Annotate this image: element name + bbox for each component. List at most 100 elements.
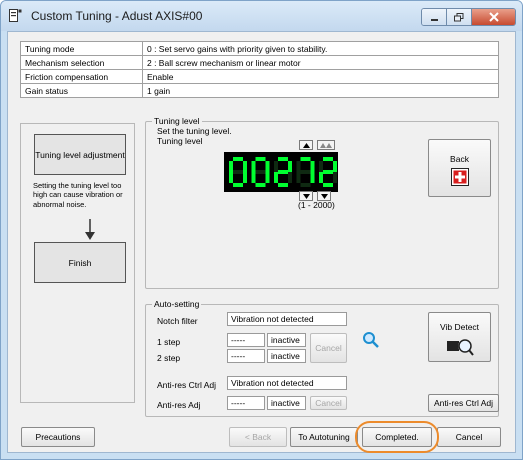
finish-step: Finish [34, 242, 126, 283]
digit-segment [288, 161, 292, 172]
digit-segment [233, 183, 243, 187]
info-label-friction: Friction compensation [20, 69, 143, 84]
info-value-gain-status: 1 gain [142, 83, 499, 98]
tuning-info-table: Tuning mode 0 : Set servo gains with prio… [20, 41, 499, 98]
segment-digit [319, 157, 337, 187]
table-row: Tuning mode 0 : Set servo gains with prio… [20, 41, 499, 56]
step2-label: 2 step [157, 353, 181, 363]
step2-state: inactive [267, 349, 306, 363]
anti-res-ctrl-adj-button[interactable]: Anti-res Ctrl Adj [428, 394, 499, 412]
table-row: Mechanism selection 2 : Ball screw mechan… [20, 55, 499, 70]
table-row: Gain status 1 gain [20, 83, 499, 98]
digit-segment [288, 172, 292, 183]
maximize-button[interactable] [447, 9, 472, 25]
digit-segment [333, 172, 337, 183]
anti-res-adj-label: Anti-res Adj [157, 400, 201, 410]
digit-segment [255, 170, 266, 174]
precautions-button[interactable]: Precautions [21, 427, 95, 447]
anti-res-adj-value: ----- [227, 396, 265, 410]
anti-res-adj-state: inactive [267, 396, 306, 410]
triangle-down-icon [302, 193, 310, 199]
digit-segment [274, 172, 278, 183]
tuning-level-up-button[interactable] [299, 140, 313, 150]
digit-segment [251, 161, 256, 172]
triangle-up-icon [302, 142, 310, 148]
completed-highlight [355, 421, 439, 453]
minimize-icon [430, 18, 438, 21]
digit-segment [323, 170, 333, 174]
digit-segment [243, 172, 247, 183]
digit-segment [296, 161, 301, 172]
anti-res-ctrl-adj-label: Anti-res Ctrl Adj [157, 380, 217, 390]
digit-segment [255, 183, 266, 187]
table-row: Friction compensation Enable [20, 69, 499, 84]
step1-value: ----- [227, 333, 265, 347]
window-controls [421, 8, 516, 26]
cancel-button[interactable]: Cancel [437, 427, 501, 447]
info-value-mechanism: 2 : Ball screw mechanism or linear motor [142, 55, 499, 70]
info-label-mechanism: Mechanism selection [20, 55, 143, 70]
digit-segment [274, 161, 278, 172]
magnifier-icon [363, 332, 379, 348]
info-label-gain-status: Gain status [20, 83, 143, 98]
restore-icon [454, 12, 464, 21]
title-bar: Custom Tuning - Adust AXIS#00 [1, 1, 522, 31]
anti-res-status: Vibration not detected [227, 376, 347, 390]
digit-segment [319, 172, 323, 183]
tuning-level-instruction: Set the tuning level. [157, 126, 232, 136]
tuning-level-display [224, 152, 338, 192]
digit-segment [278, 157, 288, 161]
digit-segment [300, 157, 311, 161]
close-button[interactable] [472, 9, 515, 25]
digit-segment [265, 172, 270, 183]
minimize-button[interactable] [422, 9, 447, 25]
digit-segment [300, 183, 311, 187]
back-button[interactable]: Back [428, 139, 491, 197]
digit-segment [333, 161, 337, 172]
auto-setting-legend: Auto-setting [152, 299, 202, 310]
double-up-icon [320, 143, 332, 148]
digit-segment [233, 170, 243, 174]
tuning-level-range: (1 - 2000) [298, 200, 335, 210]
vib-detect-label: Vib Detect [439, 322, 480, 332]
digit-segment [229, 172, 233, 183]
back-button-label: Back [450, 154, 469, 164]
step2-value: ----- [227, 349, 265, 363]
digit-segment [243, 161, 247, 172]
triangle-down-icon [320, 193, 328, 199]
tuning-warning-text: Setting the tuning level too high can ca… [33, 181, 123, 209]
tuning-level-label: Tuning level [157, 136, 203, 146]
segment-digit [274, 157, 292, 187]
anti-res-cancel-button[interactable]: Cancel [310, 396, 347, 410]
digit-segment [323, 183, 333, 187]
digit-segment [233, 157, 243, 161]
step1-state: inactive [267, 333, 306, 347]
digit-segment [278, 183, 288, 187]
window-title: Custom Tuning - Adust AXIS#00 [31, 9, 203, 23]
vibration-sensor-icon [446, 339, 474, 356]
close-icon [488, 12, 499, 22]
to-autotuning-button[interactable]: To Autotuning [290, 427, 358, 447]
arrow-down-icon [85, 219, 95, 240]
digit-segment [310, 172, 315, 183]
back-nav-button[interactable]: < Back [229, 427, 287, 447]
notch-filter-label: Notch filter [157, 316, 198, 326]
segment-digit [229, 157, 247, 187]
digit-segment [251, 172, 256, 183]
app-icon [9, 9, 22, 22]
tuning-level-fast-up-button[interactable] [317, 140, 335, 150]
segment-digit [251, 157, 270, 187]
tuning-level-adjustment-step: Tuning level adjustment [34, 134, 126, 175]
step1-label: 1 step [157, 337, 181, 347]
digit-segment [265, 161, 270, 172]
digit-segment [323, 157, 333, 161]
digit-segment [255, 157, 266, 161]
vib-detect-button[interactable]: Vib Detect [428, 312, 491, 362]
digit-segment [300, 170, 311, 174]
digit-segment [229, 161, 233, 172]
info-value-friction: Enable [142, 69, 499, 84]
digit-segment [278, 170, 288, 174]
red-cross-icon [450, 168, 469, 186]
info-label-tuning-mode: Tuning mode [20, 41, 143, 56]
notch-cancel-button[interactable]: Cancel [310, 333, 347, 363]
